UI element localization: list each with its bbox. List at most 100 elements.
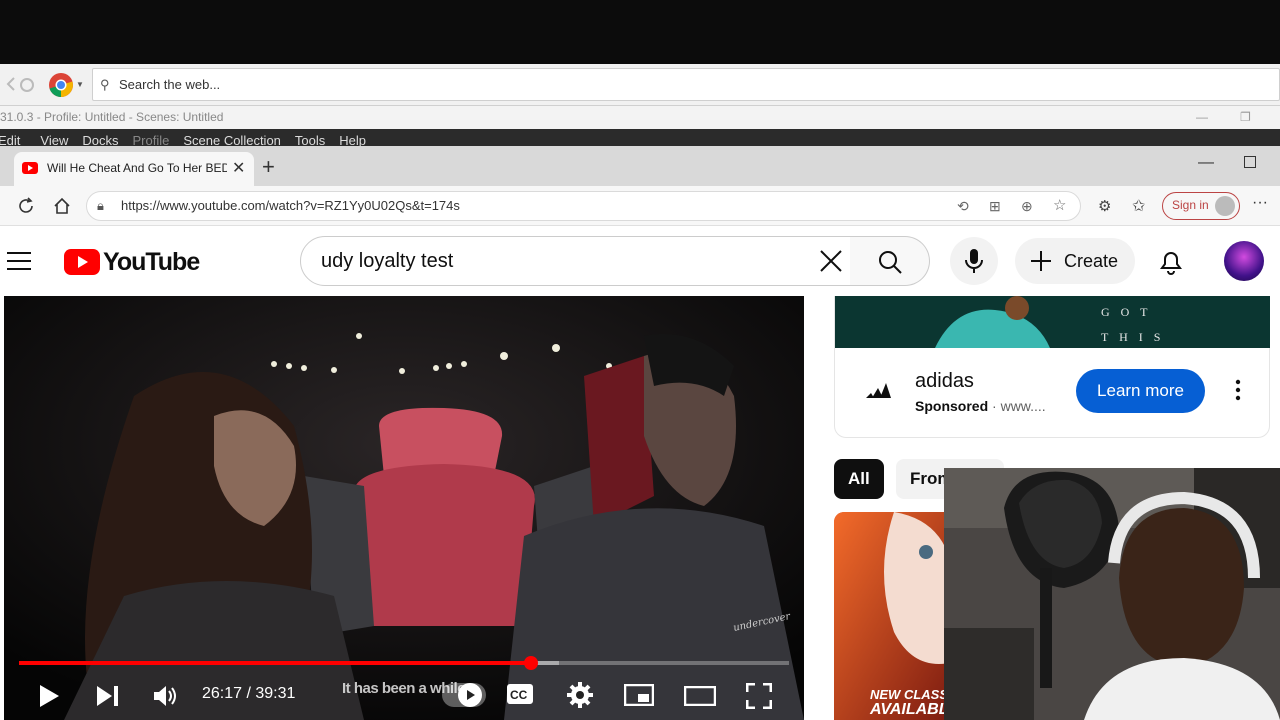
obs-window-title: 31.0.3 - Profile: Untitled - Scenes: Unt… bbox=[0, 110, 224, 124]
menu-tools[interactable]: Tools bbox=[295, 133, 325, 146]
sign-in-label: Sign in bbox=[1172, 198, 1209, 212]
plus-icon bbox=[1031, 251, 1051, 271]
gear-icon bbox=[567, 682, 593, 708]
sign-in-button[interactable]: Sign in bbox=[1162, 192, 1240, 220]
ad-banner[interactable]: G O T T H I S bbox=[835, 296, 1270, 348]
search-button[interactable] bbox=[850, 236, 930, 286]
menu-help[interactable]: Help bbox=[339, 133, 366, 146]
menu-docks[interactable]: Docks bbox=[82, 133, 118, 146]
play-icon bbox=[40, 685, 59, 707]
search-query: udy loyalty test bbox=[321, 250, 454, 272]
ad-banner-text-2: T H I S bbox=[1101, 330, 1165, 344]
obs-menu-bar: Edit View Docks Profile Scene Collection Tool… bbox=[0, 129, 1280, 146]
window-minimize-icon[interactable]: — bbox=[1198, 154, 1214, 172]
webcam-image bbox=[944, 468, 1280, 720]
profile-avatar-icon bbox=[1215, 196, 1235, 216]
translate-icon[interactable]: ⟲ bbox=[957, 192, 969, 220]
volume-button[interactable] bbox=[153, 684, 179, 708]
hamburger-menu-icon[interactable] bbox=[6, 250, 32, 272]
microphone-icon bbox=[965, 249, 983, 273]
ad-brand[interactable]: adidas bbox=[915, 370, 974, 393]
minimize-icon[interactable]: — bbox=[1196, 106, 1208, 129]
back-icon[interactable] bbox=[6, 76, 18, 92]
url-text: https://www.youtube.com/watch?v=RZ1Yy0U0… bbox=[121, 198, 460, 213]
thumbnail-text-1: NEW CLASS bbox=[870, 687, 948, 702]
window-maximize-icon[interactable] bbox=[1244, 156, 1256, 168]
menu-edit[interactable]: Edit bbox=[0, 133, 20, 146]
youtube-favicon-icon bbox=[22, 162, 38, 174]
subtitles-button[interactable]: CC bbox=[506, 683, 534, 705]
new-tab-icon[interactable]: + bbox=[262, 154, 275, 180]
miniplayer-icon bbox=[624, 684, 654, 706]
create-button[interactable]: Create bbox=[1015, 238, 1135, 284]
svg-text:CC: CC bbox=[510, 688, 528, 702]
search-icon bbox=[879, 251, 902, 274]
webcam-overlay bbox=[944, 468, 1280, 720]
favorites-icon[interactable]: ✩ bbox=[1132, 196, 1145, 216]
youtube-logo-icon bbox=[64, 249, 100, 275]
next-button[interactable] bbox=[96, 685, 120, 707]
play-button[interactable] bbox=[38, 684, 60, 708]
video-player[interactable]: undercover 26:17 / 39:31 It has been a w… bbox=[4, 296, 804, 720]
sponsored-label: Sponsored bbox=[915, 398, 989, 414]
chrome-logo-icon[interactable] bbox=[48, 72, 74, 98]
menu-scene-collection[interactable]: Scene Collection bbox=[183, 133, 281, 146]
ad-domain: www.... bbox=[1000, 398, 1046, 414]
recommended-thumbnail[interactable]: NEW CLASS AVAILABL bbox=[834, 512, 954, 720]
more-options-icon[interactable]: ··· bbox=[1252, 194, 1268, 212]
browser-tab[interactable]: Will He Cheat And Go To Her BED ✕ bbox=[14, 152, 254, 186]
thumbnail-text-2: AVAILABL bbox=[870, 701, 949, 718]
create-label: Create bbox=[1064, 251, 1119, 271]
tab-title: Will He Cheat And Go To Her BED bbox=[47, 161, 227, 175]
top-black-bar bbox=[0, 0, 1280, 64]
video-frame: undercover bbox=[4, 296, 804, 720]
menu-profile[interactable]: Profile bbox=[132, 133, 169, 146]
theater-mode-button[interactable] bbox=[684, 686, 716, 706]
app-icon[interactable]: ⊞ bbox=[989, 192, 1001, 220]
youtube-search-input[interactable]: udy loyalty test bbox=[300, 236, 852, 286]
skip-next-icon bbox=[97, 686, 118, 706]
time-display: 26:17 / 39:31 bbox=[202, 685, 296, 702]
home-icon[interactable] bbox=[52, 196, 72, 216]
volume-icon bbox=[154, 686, 176, 706]
ad-banner-text-1: G O T bbox=[1101, 305, 1152, 319]
autoplay-toggle[interactable] bbox=[442, 683, 486, 707]
user-avatar[interactable] bbox=[1224, 241, 1264, 281]
web-search-input[interactable]: ⚲ Search the web... bbox=[92, 68, 1280, 101]
refresh-icon[interactable] bbox=[16, 196, 36, 216]
ad-meta: Sponsored · www.... bbox=[915, 398, 1046, 414]
menu-view[interactable]: View bbox=[40, 133, 68, 146]
autoplay-knob-icon bbox=[458, 683, 482, 707]
extensions-icon[interactable]: ⚙ bbox=[1098, 197, 1111, 215]
dropdown-arrow-icon[interactable]: ▼ bbox=[76, 80, 84, 89]
lock-icon: 🔒︎ bbox=[97, 198, 104, 213]
learn-more-button[interactable]: Learn more bbox=[1076, 369, 1205, 413]
progress-played-bar bbox=[19, 661, 531, 665]
notifications-bell-icon[interactable] bbox=[1158, 248, 1184, 276]
tab-close-icon[interactable]: ✕ bbox=[232, 158, 245, 178]
theater-mode-icon bbox=[684, 686, 716, 706]
search-placeholder: Search the web... bbox=[119, 77, 221, 92]
obs-title-bar: 31.0.3 - Profile: Untitled - Scenes: Unt… bbox=[0, 106, 1280, 129]
reload-icon[interactable] bbox=[18, 76, 36, 94]
url-field[interactable]: 🔒︎ https://www.youtube.com/watch?v=RZ1Yy… bbox=[86, 191, 1081, 221]
youtube-logo-text: YouTube bbox=[103, 248, 200, 276]
progress-track[interactable] bbox=[19, 656, 789, 670]
favorite-star-icon[interactable]: ☆ bbox=[1053, 192, 1066, 220]
closed-captions-icon: CC bbox=[507, 684, 533, 704]
adidas-logo-icon bbox=[864, 382, 892, 400]
ad-banner-image bbox=[835, 296, 1270, 348]
zoom-icon[interactable]: ⊕ bbox=[1021, 192, 1033, 220]
settings-button[interactable] bbox=[567, 682, 593, 708]
fullscreen-button[interactable] bbox=[746, 683, 772, 709]
search-icon: ⚲ bbox=[100, 77, 110, 92]
restore-icon[interactable]: ❐ bbox=[1240, 106, 1251, 129]
progress-scrubber-handle[interactable] bbox=[524, 656, 538, 670]
fullscreen-icon bbox=[746, 683, 772, 709]
miniplayer-button[interactable] bbox=[624, 684, 654, 706]
ad-more-options-icon[interactable] bbox=[1230, 379, 1246, 401]
chip-all[interactable]: All bbox=[834, 459, 884, 499]
voice-search-button[interactable] bbox=[950, 237, 998, 285]
youtube-logo[interactable] bbox=[64, 249, 100, 275]
clear-search-icon[interactable] bbox=[819, 249, 843, 273]
